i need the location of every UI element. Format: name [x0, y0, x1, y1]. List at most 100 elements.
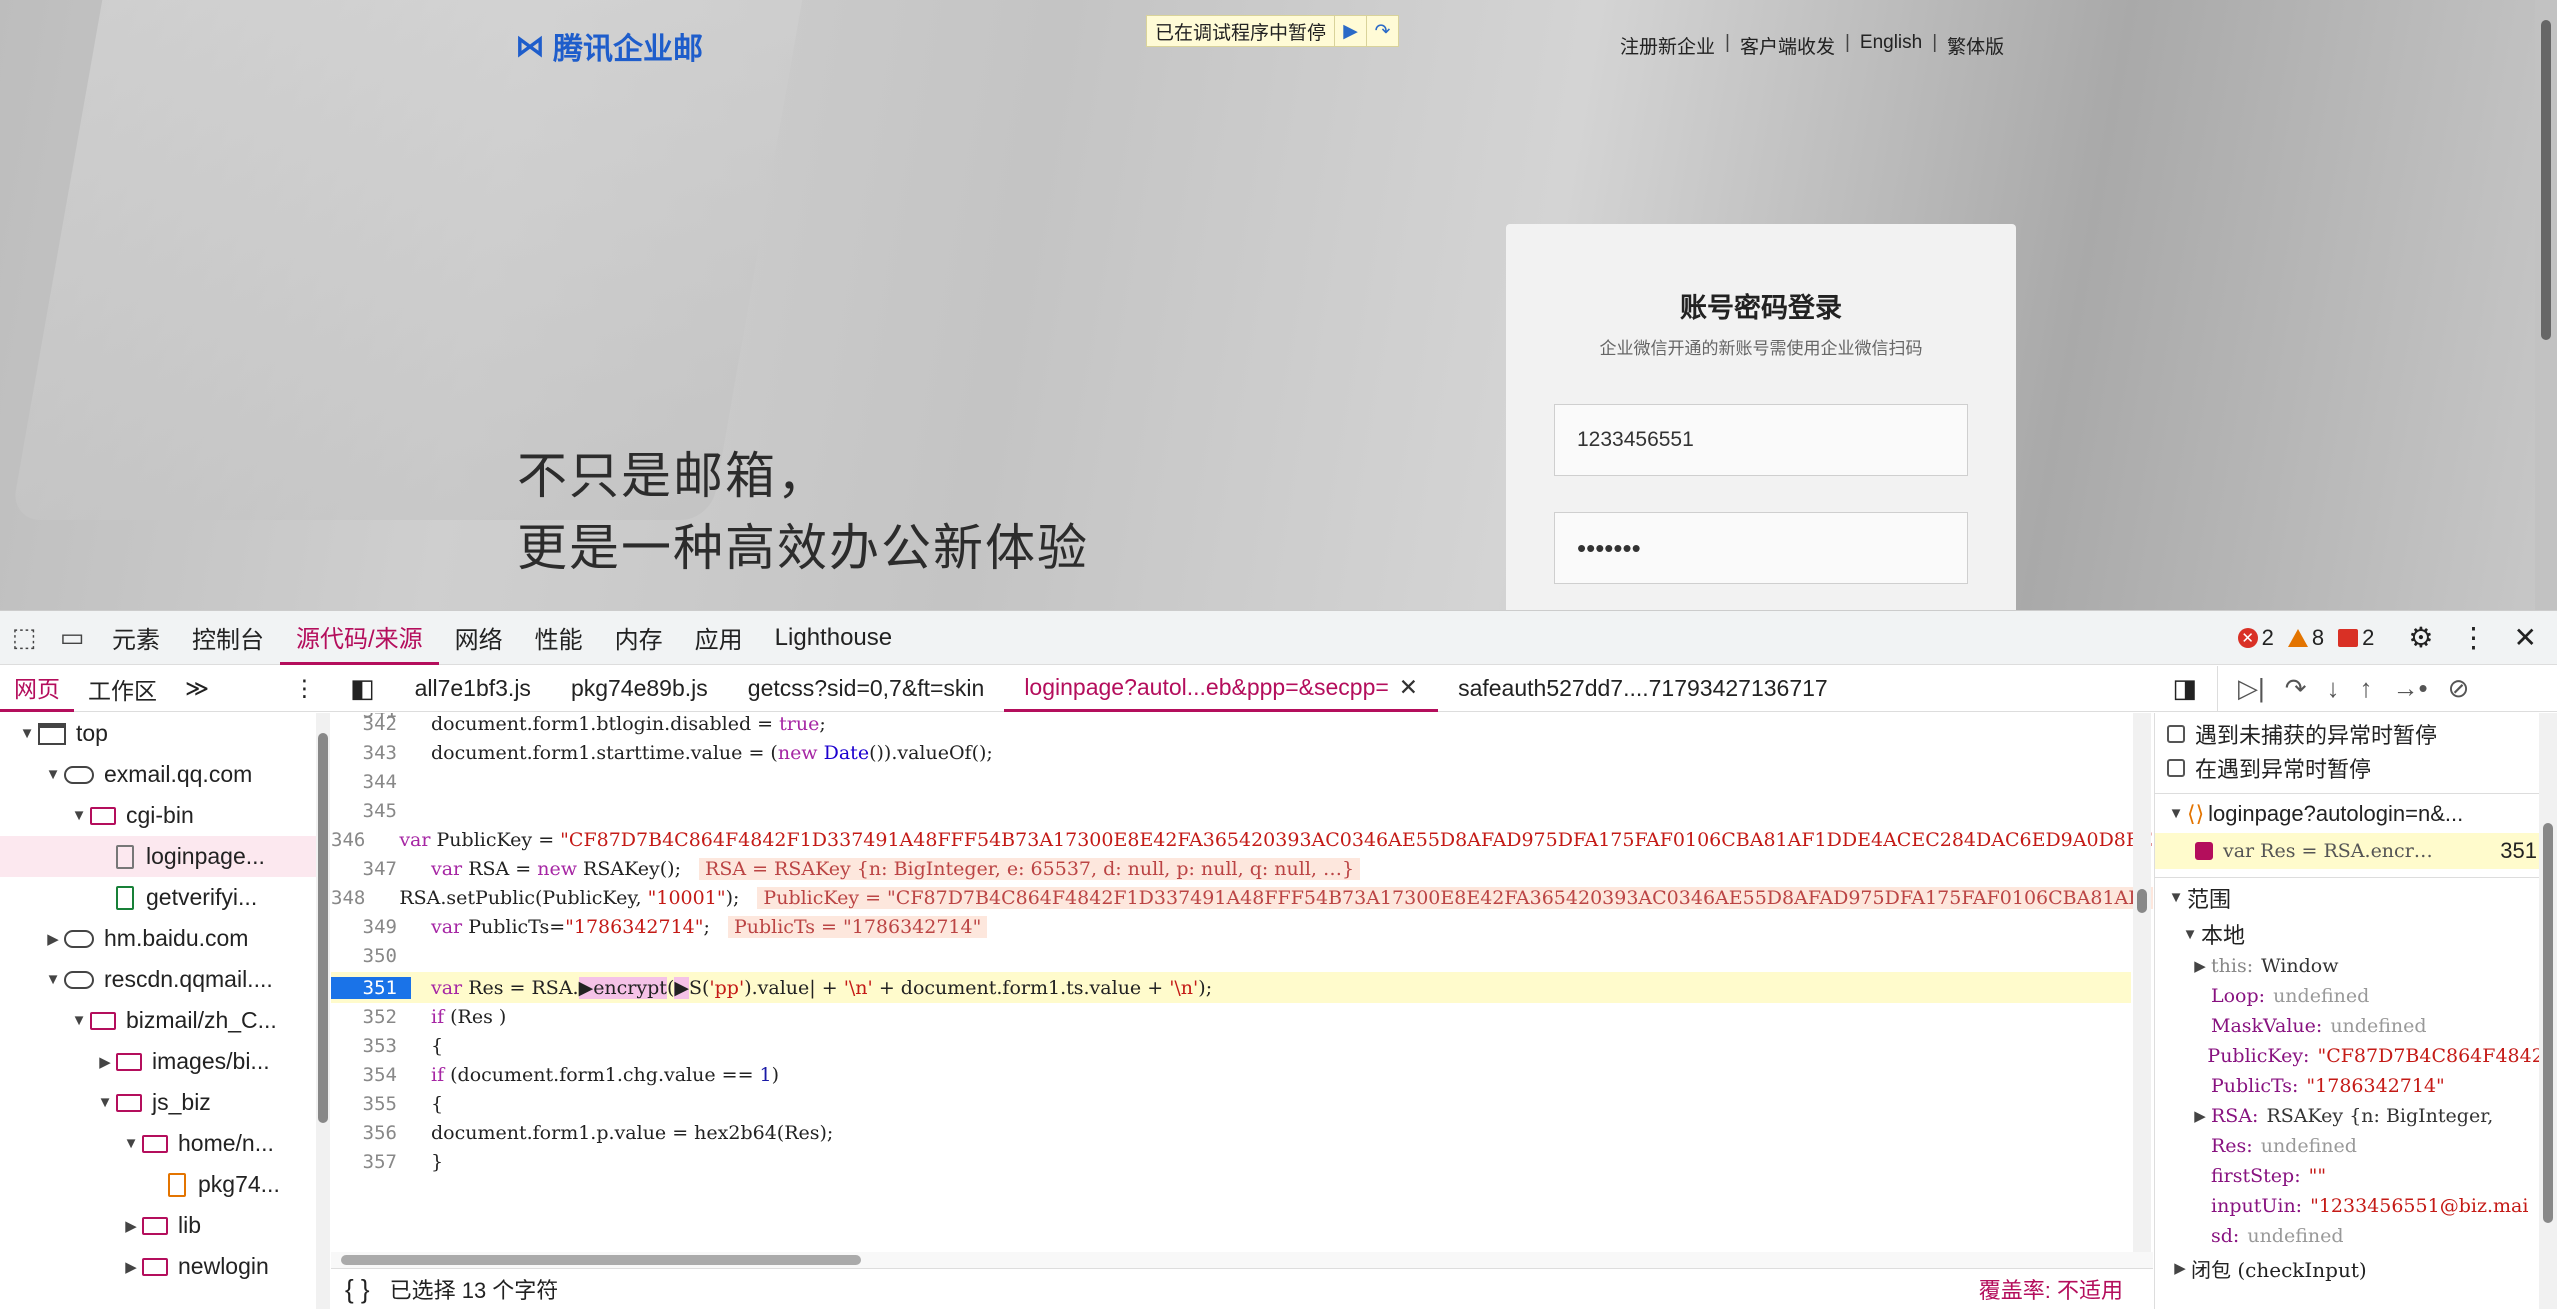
code-line[interactable]: 355 {: [331, 1088, 2131, 1119]
toggle-navigator-icon[interactable]: ◧: [330, 666, 395, 712]
logo[interactable]: ⋈ 腾讯企业邮: [515, 24, 703, 68]
file-tab[interactable]: all7e1bf3.js: [395, 666, 551, 712]
pause-caught-option[interactable]: 在遇到异常时暂停: [2155, 751, 2557, 785]
line-number[interactable]: 342: [331, 713, 411, 735]
code-line[interactable]: 346 var PublicKey = "CF87D7B4C864F4842F1D…: [331, 824, 2153, 855]
issues-badge[interactable]: 2: [2338, 625, 2374, 651]
line-number[interactable]: 352: [331, 1006, 411, 1028]
more-options-icon[interactable]: ⋮: [2460, 621, 2488, 654]
tree-item[interactable]: pkg74...: [0, 1164, 329, 1205]
tree-item[interactable]: ▼ rescdn.qqmail....: [0, 959, 329, 1000]
scope-variable[interactable]: Res: undefined: [2155, 1131, 2557, 1161]
line-number[interactable]: 347: [331, 858, 411, 880]
tree-item[interactable]: ▼ bizmail/zh_C...: [0, 1000, 329, 1041]
line-number[interactable]: 343: [331, 742, 411, 764]
scope-variable[interactable]: PublicKey: "CF87D7B4C864F4842F: [2155, 1041, 2557, 1071]
tree-item[interactable]: loginpage...: [0, 836, 329, 877]
code-line[interactable]: 356 document.form1.p.value = hex2b64(Res)…: [331, 1117, 2131, 1148]
code-line[interactable]: 345: [331, 795, 2131, 826]
line-number[interactable]: 355: [331, 1093, 411, 1115]
tree-item[interactable]: ▶ hm.baidu.com: [0, 918, 329, 959]
code-line[interactable]: 342 document.form1.btlogin.disabled = tru…: [331, 713, 2131, 739]
tree-item[interactable]: ▼ home/n...: [0, 1123, 329, 1164]
breakpoint-line-number[interactable]: 351: [331, 976, 411, 999]
link-traditional[interactable]: 繁体版: [1947, 32, 2004, 59]
editor-scrollbar[interactable]: [2133, 713, 2151, 1253]
code-line[interactable]: 352 if (Res ): [331, 1001, 2131, 1032]
sidebar-scrollbar[interactable]: [2539, 713, 2557, 1309]
line-number[interactable]: 350: [331, 945, 411, 967]
code-line[interactable]: 353 {: [331, 1030, 2131, 1061]
tab-lighthouse[interactable]: Lighthouse: [759, 611, 908, 665]
breakpoint-checkbox[interactable]: [2195, 842, 2213, 860]
errors-badge[interactable]: ✕ 2: [2237, 625, 2274, 651]
nav-tab-workspace[interactable]: 工作区: [74, 666, 171, 712]
expand-arrow-icon[interactable]: ▼: [94, 1094, 116, 1111]
password-field[interactable]: •••••••: [1554, 512, 1968, 584]
resume-script-icon[interactable]: ▷|: [2238, 673, 2265, 704]
code-line[interactable]: 344: [331, 766, 2131, 797]
tab-application[interactable]: 应用: [679, 611, 759, 665]
code-line[interactable]: 354 if (document.form1.chg.value == 1): [331, 1059, 2131, 1090]
link-register[interactable]: 注册新企业: [1620, 32, 1715, 59]
scope-variable[interactable]: Loop: undefined: [2155, 981, 2557, 1011]
expand-arrow-icon[interactable]: ▼: [68, 1012, 90, 1029]
tab-performance[interactable]: 性能: [519, 611, 599, 665]
code-editor[interactable]: 341342document.form1.btlogin.disabled = …: [331, 713, 2153, 1253]
link-client[interactable]: 客户端收发: [1740, 32, 1835, 59]
scope-header[interactable]: ▼ 范围: [2155, 877, 2557, 917]
file-tab[interactable]: getcss?sid=0,7&ft=skin: [728, 666, 1005, 712]
expand-arrow-icon[interactable]: ▼: [42, 971, 64, 988]
resume-icon[interactable]: ▶: [1334, 16, 1366, 46]
nav-tab-page[interactable]: 网页: [0, 666, 74, 712]
editor-horizontal-scrollbar[interactable]: [331, 1252, 2153, 1268]
scope-variable[interactable]: inputUin: "1233456551@biz.mai: [2155, 1191, 2557, 1221]
code-line[interactable]: 349 var PublicTs="1786342714"; PublicTs =…: [331, 911, 2131, 942]
expand-arrow-icon[interactable]: ▶: [94, 1053, 116, 1071]
line-number[interactable]: 356: [331, 1122, 411, 1144]
code-line-paused[interactable]: 351 var Res = RSA.▶encrypt(▶S('pp').value…: [331, 972, 2131, 1003]
warnings-badge[interactable]: 8: [2287, 625, 2324, 651]
local-scope-header[interactable]: ▼ 本地: [2155, 917, 2557, 951]
tree-item[interactable]: ▶ lib: [0, 1205, 329, 1246]
line-number[interactable]: 344: [331, 771, 411, 793]
file-tab[interactable]: safeauth527dd7....71793427136717: [1438, 666, 1848, 712]
scope-variable[interactable]: firstStep: "": [2155, 1161, 2557, 1191]
checkbox[interactable]: [2167, 725, 2185, 743]
close-devtools-icon[interactable]: ✕: [2514, 621, 2537, 654]
expand-arrow-icon[interactable]: ▼: [42, 766, 64, 783]
tree-item[interactable]: ▼ exmail.qq.com: [0, 754, 329, 795]
code-line[interactable]: 350: [331, 940, 2131, 971]
navigator-scrollbar[interactable]: [316, 713, 330, 1309]
expand-arrow-icon[interactable]: ▶: [2189, 957, 2211, 975]
inspect-element-icon[interactable]: ⬚: [0, 611, 48, 665]
line-number[interactable]: 346: [331, 829, 379, 851]
expand-arrow-icon[interactable]: ▶: [2189, 1107, 2211, 1125]
breakpoint-row[interactable]: var Res = RSA.encr… 351: [2155, 833, 2557, 869]
line-number[interactable]: 357: [331, 1151, 411, 1173]
step-out-icon[interactable]: ↑: [2360, 673, 2373, 704]
tree-item[interactable]: ▼ cgi-bin: [0, 795, 329, 836]
code-line[interactable]: 347 var RSA = new RSAKey(); RSA = RSAKey …: [331, 853, 2131, 884]
file-tab[interactable]: pkg74e89b.js: [551, 666, 728, 712]
expand-arrow-icon[interactable]: ▼: [16, 725, 38, 742]
line-number[interactable]: 353: [331, 1035, 411, 1057]
device-toolbar-icon[interactable]: ▭: [48, 611, 96, 665]
pause-uncaught-option[interactable]: 遇到未捕获的异常时暂停: [2155, 717, 2557, 751]
expand-arrow-icon[interactable]: ▶: [42, 930, 64, 948]
step-over-icon[interactable]: ↷: [2285, 673, 2307, 704]
code-line[interactable]: 357}: [331, 1146, 2131, 1177]
breakpoint-file-row[interactable]: ▼ ⟨⟩ loginpage?autologin=n&...: [2155, 793, 2557, 833]
code-line[interactable]: 348 RSA.setPublic(PublicKey, "10001"); Pu…: [331, 882, 2153, 913]
tab-memory[interactable]: 内存: [599, 611, 679, 665]
closure-scope-header[interactable]: ▶ 闭包 (checkInput): [2155, 1251, 2557, 1285]
line-number[interactable]: 348: [331, 887, 379, 909]
tree-item[interactable]: getverifyi...: [0, 877, 329, 918]
tree-item[interactable]: ▶ newlogin: [0, 1246, 329, 1287]
toggle-debugger-sidebar-icon[interactable]: ◨: [2152, 666, 2217, 712]
close-tab-icon[interactable]: ✕: [1399, 674, 1418, 701]
pretty-print-icon[interactable]: { }: [331, 1274, 390, 1305]
step-into-icon[interactable]: ↓: [2327, 673, 2340, 704]
tab-sources[interactable]: 源代码/来源: [280, 611, 439, 665]
checkbox[interactable]: [2167, 759, 2185, 777]
